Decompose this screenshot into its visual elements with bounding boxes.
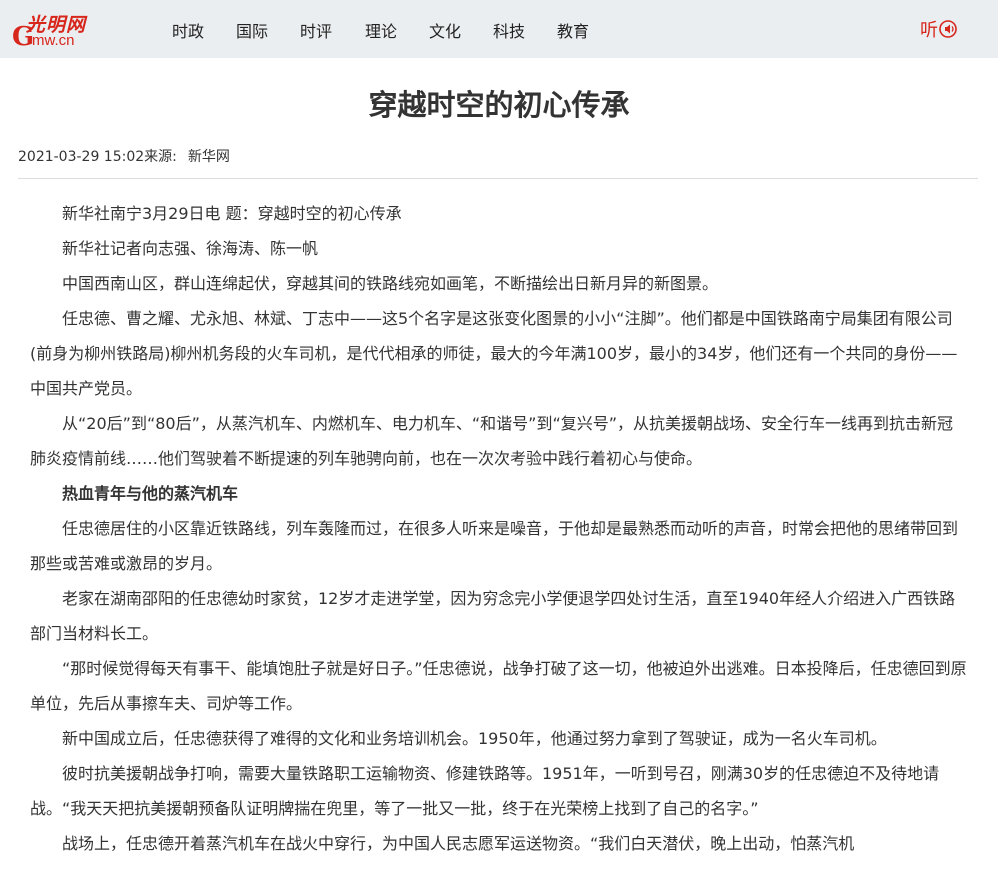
paragraph: 从“20后”到“80后”，从蒸汽机车、内燃机车、电力机车、“和谐号”到“复兴号”… [30,414,954,468]
top-bar: 光明网 G mw.cn 时政 国际 时评 理论 文化 科技 教育 听 [0,0,998,58]
section-heading: 热血青年与他的蒸汽机车 [62,484,239,503]
article-meta: 2021-03-29 15:02来源: 新华网 [18,146,230,166]
paragraph: 任忠德居住的小区靠近铁路线，列车轰隆而过，在很多人听来是噪音，于他却是最熟悉而动… [30,519,959,573]
nav-item-culture[interactable]: 文化 [429,18,461,42]
listen-label: 听 [920,20,938,41]
article-body: 新华社南宁3月29日电 题：穿越时空的初心传承 新华社记者向志强、徐海涛、陈一帆… [30,196,968,861]
paragraph-dateline: 新华社南宁3月29日电 题：穿越时空的初心传承 [62,204,402,223]
listen-button[interactable]: 听 [920,15,959,43]
paragraph: 彼时抗美援朝战争打响，需要大量铁路职工运输物资、修建铁路等。1951年，一听到号… [30,764,940,818]
paragraph: 战场上，任忠德开着蒸汽机车在战火中穿行，为中国人民志愿军运送物资。“我们白天潜伏… [62,834,855,853]
nav-item-commentary[interactable]: 时评 [300,18,332,42]
source-label: 来源: [144,149,177,165]
nav-item-education[interactable]: 教育 [557,18,589,42]
nav-item-international[interactable]: 国际 [236,18,268,42]
paragraph: 新中国成立后，任忠德获得了难得的文化和业务培训机会。1950年，他通过努力拿到了… [62,729,887,748]
speaker-icon [939,20,957,38]
divider [18,178,978,179]
logo-domain-text: mw.cn [32,32,75,49]
source-name[interactable]: 新华网 [188,149,230,165]
paragraph: 老家在湖南邵阳的任忠德幼时家贫，12岁才走进学堂，因为穷念完小学便退学四处讨生活… [30,589,956,643]
nav-item-technology[interactable]: 科技 [493,18,525,42]
logo-g-letter: G [12,22,35,52]
nav-item-theory[interactable]: 理论 [365,18,397,42]
publish-datetime: 2021-03-29 15:02 [18,149,145,165]
paragraph-byline: 新华社记者向志强、徐海涛、陈一帆 [62,239,319,258]
article-title: 穿越时空的初心传承 [368,88,630,122]
paragraph: “那时候觉得每天有事干、能填饱肚子就是好日子。”任忠德说，战争打破了这一切，他被… [30,659,967,713]
paragraph: 中国西南山区，群山连绵起伏，穿越其间的铁路线宛如画笔，不断描绘出日新月异的新图景… [62,274,719,293]
nav-item-politics[interactable]: 时政 [172,18,204,42]
paragraph: 任忠德、曹之耀、尤永旭、林斌、丁志中——这5个名字是这张变化图景的小小“注脚”。… [30,309,958,398]
site-logo[interactable]: 光明网 G mw.cn [12,10,112,52]
